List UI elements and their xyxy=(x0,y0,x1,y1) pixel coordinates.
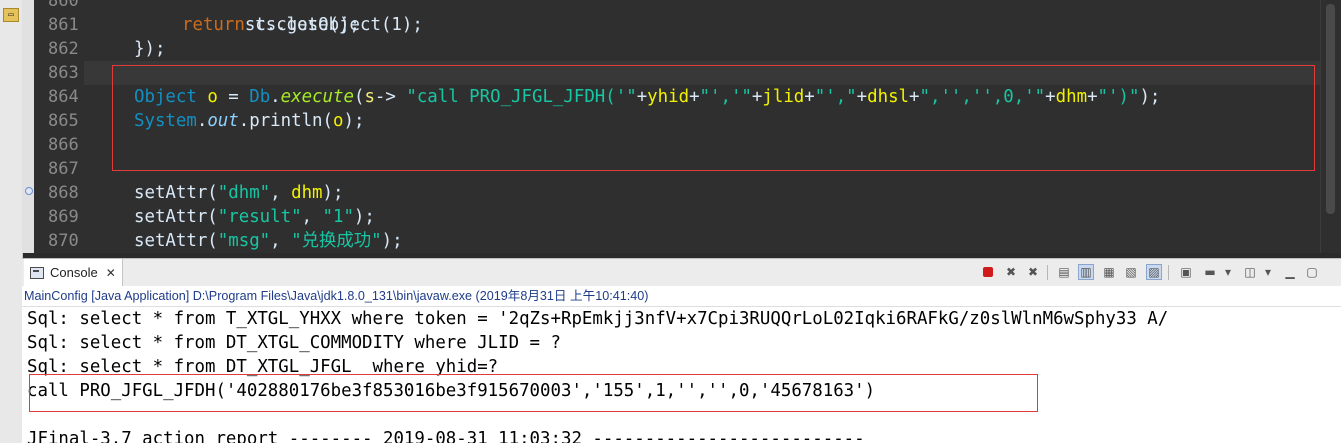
console-icon xyxy=(30,266,44,279)
code-area[interactable]: st.close(); return cs.getObject(1); }); … xyxy=(84,0,1321,253)
console-process-path: MainConfig [Java Application] D:\Program… xyxy=(22,286,1341,307)
remove-launch-icon[interactable]: ✖ xyxy=(1003,264,1019,280)
code-editor[interactable]: 860 861 862 863 864 865 866 867 868 869 … xyxy=(22,0,1341,253)
remove-all-icon[interactable]: ✖ xyxy=(1025,264,1041,280)
close-icon[interactable]: ✕ xyxy=(106,266,116,280)
editor-scrollbar[interactable] xyxy=(1320,0,1341,253)
line-number: 867 xyxy=(48,159,79,179)
open-console-dropdown-icon[interactable]: ▾ xyxy=(1260,264,1276,280)
console-line: Sql: select * from DT_XTGL_COMMODITY whe… xyxy=(27,333,561,353)
folder-icon[interactable]: ▭ xyxy=(3,8,19,22)
line-number: 863 xyxy=(48,63,79,83)
terminate-icon[interactable] xyxy=(980,264,996,280)
console-line: Sql: select * from T_XTGL_YHXX where tok… xyxy=(27,309,1169,329)
tab-console[interactable]: Console ✕ xyxy=(24,259,123,286)
scroll-lock-icon[interactable]: ▥ xyxy=(1078,264,1094,280)
line-number: 864 xyxy=(48,87,79,107)
line-number: 861 xyxy=(48,15,79,35)
highlight-box xyxy=(29,374,1038,412)
line-number: 860 xyxy=(48,0,79,11)
line-number: 865 xyxy=(48,111,79,131)
minimize-icon[interactable]: ▁ xyxy=(1282,264,1298,280)
line-number: 869 xyxy=(48,207,79,227)
code-line-870: setAttr("msg", "兑换成功"); xyxy=(134,231,403,251)
highlight-box xyxy=(112,65,1315,171)
line-number-gutter: 860 861 862 863 864 865 866 867 868 869 … xyxy=(34,0,84,253)
line-number: 866 xyxy=(48,135,79,155)
clear-console-icon[interactable]: ▤ xyxy=(1056,264,1072,280)
scrollbar-thumb[interactable] xyxy=(1326,4,1335,214)
line-number: 868 xyxy=(48,183,79,203)
show-on-stderr-icon[interactable]: ▨ xyxy=(1146,264,1162,280)
line-number: 870 xyxy=(48,231,79,251)
code-line: st.close(); xyxy=(244,15,360,35)
code-line-868: setAttr("dhm", dhm); xyxy=(134,183,344,203)
left-strip: ▭ xyxy=(0,0,23,443)
display-console-dropdown-icon[interactable]: ▾ xyxy=(1220,264,1236,280)
line-number: 862 xyxy=(48,39,79,59)
separator xyxy=(1168,265,1169,280)
tab-label: Console xyxy=(50,265,98,280)
console-line: JFinal-3.7 action report -------- 2019-0… xyxy=(27,429,865,443)
console-toolbar: Console ✕ ✖ ✖ ▤ ▥ ▦ ▧ ▨ ▣ ▬ ▾ ◫ ▾ ▁ ▢ xyxy=(22,258,1341,287)
override-marker-icon[interactable] xyxy=(25,187,33,195)
open-console-icon[interactable]: ◫ xyxy=(1242,264,1258,280)
maximize-icon[interactable]: ▢ xyxy=(1304,264,1320,280)
code-line-862: }); xyxy=(134,39,166,59)
marker-column xyxy=(22,0,34,253)
show-on-stdout-icon[interactable]: ▧ xyxy=(1123,264,1139,280)
separator xyxy=(1047,265,1048,280)
code-line-861: return cs.getObject(1); xyxy=(182,15,423,35)
console-output[interactable]: Sql: select * from T_XTGL_YHXX where tok… xyxy=(22,307,1341,443)
code-line-869: setAttr("result", "1"); xyxy=(134,207,375,227)
word-wrap-icon[interactable]: ▦ xyxy=(1101,264,1117,280)
display-console-icon[interactable]: ▬ xyxy=(1202,264,1218,280)
pin-console-icon[interactable]: ▣ xyxy=(1178,264,1194,280)
